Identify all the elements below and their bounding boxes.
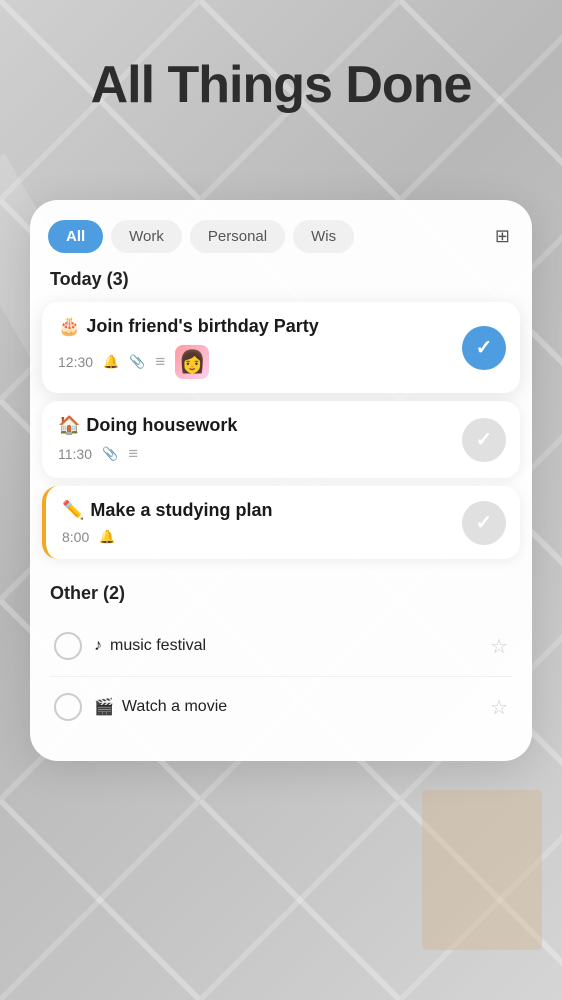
main-card: All Work Personal Wis ⊞ Today (3) 🎂 Join… (30, 200, 532, 761)
app-title: All Things Done (0, 55, 562, 115)
tab-work[interactable]: Work (111, 220, 182, 253)
task-music: ♪ music festival ☆ (50, 616, 512, 677)
housework-emoji: 🏠 (58, 415, 80, 436)
grid-view-icon[interactable]: ⊞ (491, 222, 514, 251)
movie-emoji: 🎬 (94, 697, 114, 717)
attachment-icon: 📎 (129, 354, 145, 370)
circle-check-movie[interactable] (54, 693, 82, 721)
today-section-header: Today (3) (30, 269, 532, 302)
tab-all[interactable]: All (48, 220, 103, 253)
other-section: Other (2) ♪ music festival ☆ 🎬 Watch a m… (30, 567, 532, 737)
movie-label: 🎬 Watch a movie (94, 697, 478, 717)
bell-icon: 🔔 (103, 354, 119, 370)
notebook-decoration (422, 790, 542, 950)
star-music[interactable]: ☆ (490, 634, 508, 659)
star-movie[interactable]: ☆ (490, 695, 508, 720)
task-birthday: 🎂 Join friend's birthday Party 12:30 🔔 📎… (42, 302, 520, 393)
music-emoji: ♪ (94, 637, 102, 655)
list-icon: ≡ (155, 352, 165, 372)
task-housework-meta: 11:30 📎 ≡ (58, 444, 504, 464)
task-movie: 🎬 Watch a movie ☆ (50, 677, 512, 737)
task-study-meta: 8:00 🔔 (62, 529, 504, 545)
check-icon: ✓ (476, 335, 493, 360)
tab-wis[interactable]: Wis (293, 220, 354, 253)
birthday-emoji: 🎂 (58, 316, 80, 337)
task-study: ✏️ Make a studying plan 8:00 🔔 ✓ (42, 486, 520, 559)
task-housework-title: 🏠 Doing housework (58, 415, 504, 436)
filter-tabs: All Work Personal Wis ⊞ (30, 220, 532, 269)
task-study-time: 8:00 (62, 529, 89, 545)
task-housework: 🏠 Doing housework 11:30 📎 ≡ ✓ (42, 401, 520, 478)
task-housework-time: 11:30 (58, 446, 92, 462)
complete-button-birthday[interactable]: ✓ (462, 326, 506, 370)
task-study-title: ✏️ Make a studying plan (62, 500, 504, 521)
music-label: ♪ music festival (94, 637, 478, 655)
complete-button-study[interactable]: ✓ (462, 501, 506, 545)
bell-icon-2: 🔔 (99, 529, 115, 545)
tab-personal[interactable]: Personal (190, 220, 285, 253)
task-thumbnail: 👩 (175, 345, 209, 379)
study-emoji: ✏️ (62, 500, 84, 521)
other-section-header: Other (2) (50, 583, 512, 604)
attachment-icon-2: 📎 (102, 446, 118, 462)
circle-check-music[interactable] (54, 632, 82, 660)
task-birthday-time: 12:30 (58, 354, 93, 370)
check-icon-2: ✓ (476, 427, 493, 452)
complete-button-housework[interactable]: ✓ (462, 418, 506, 462)
check-icon-3: ✓ (476, 510, 493, 535)
task-birthday-meta: 12:30 🔔 📎 ≡ 👩 (58, 345, 504, 379)
task-birthday-title: 🎂 Join friend's birthday Party (58, 316, 504, 337)
list-icon-2: ≡ (128, 444, 138, 464)
